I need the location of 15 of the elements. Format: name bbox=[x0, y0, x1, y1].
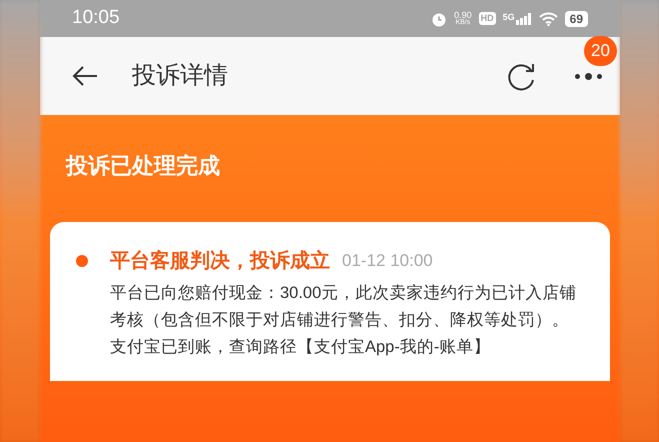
network-label: 5G bbox=[502, 12, 515, 22]
event-description: 平台已向您赔付现金：30.00元，此次卖家违约行为已计入店铺考核（包含但不限于对店铺进行警告、扣分、降权等处罚）。 bbox=[110, 283, 578, 331]
status-time: 10:05 bbox=[72, 6, 120, 30]
banner-title: 投诉已处理完成 bbox=[64, 152, 221, 180]
notification-badge: 20 bbox=[584, 36, 617, 66]
battery-indicator: 69 bbox=[564, 10, 588, 26]
wifi-icon bbox=[538, 12, 558, 26]
event-description: 支付宝已到账，查询路径【支付宝App-我的-账单】 bbox=[110, 337, 492, 358]
alarm-icon bbox=[431, 10, 448, 26]
event-title: 平台客服判决，投诉成立 bbox=[110, 248, 330, 274]
event-time: 01-12 10:00 bbox=[342, 250, 433, 272]
speed-value: 0.90 bbox=[454, 10, 472, 18]
page-title: 投诉详情 bbox=[132, 61, 228, 91]
signal-icon bbox=[516, 12, 532, 24]
hd-badge: HD bbox=[478, 12, 496, 25]
